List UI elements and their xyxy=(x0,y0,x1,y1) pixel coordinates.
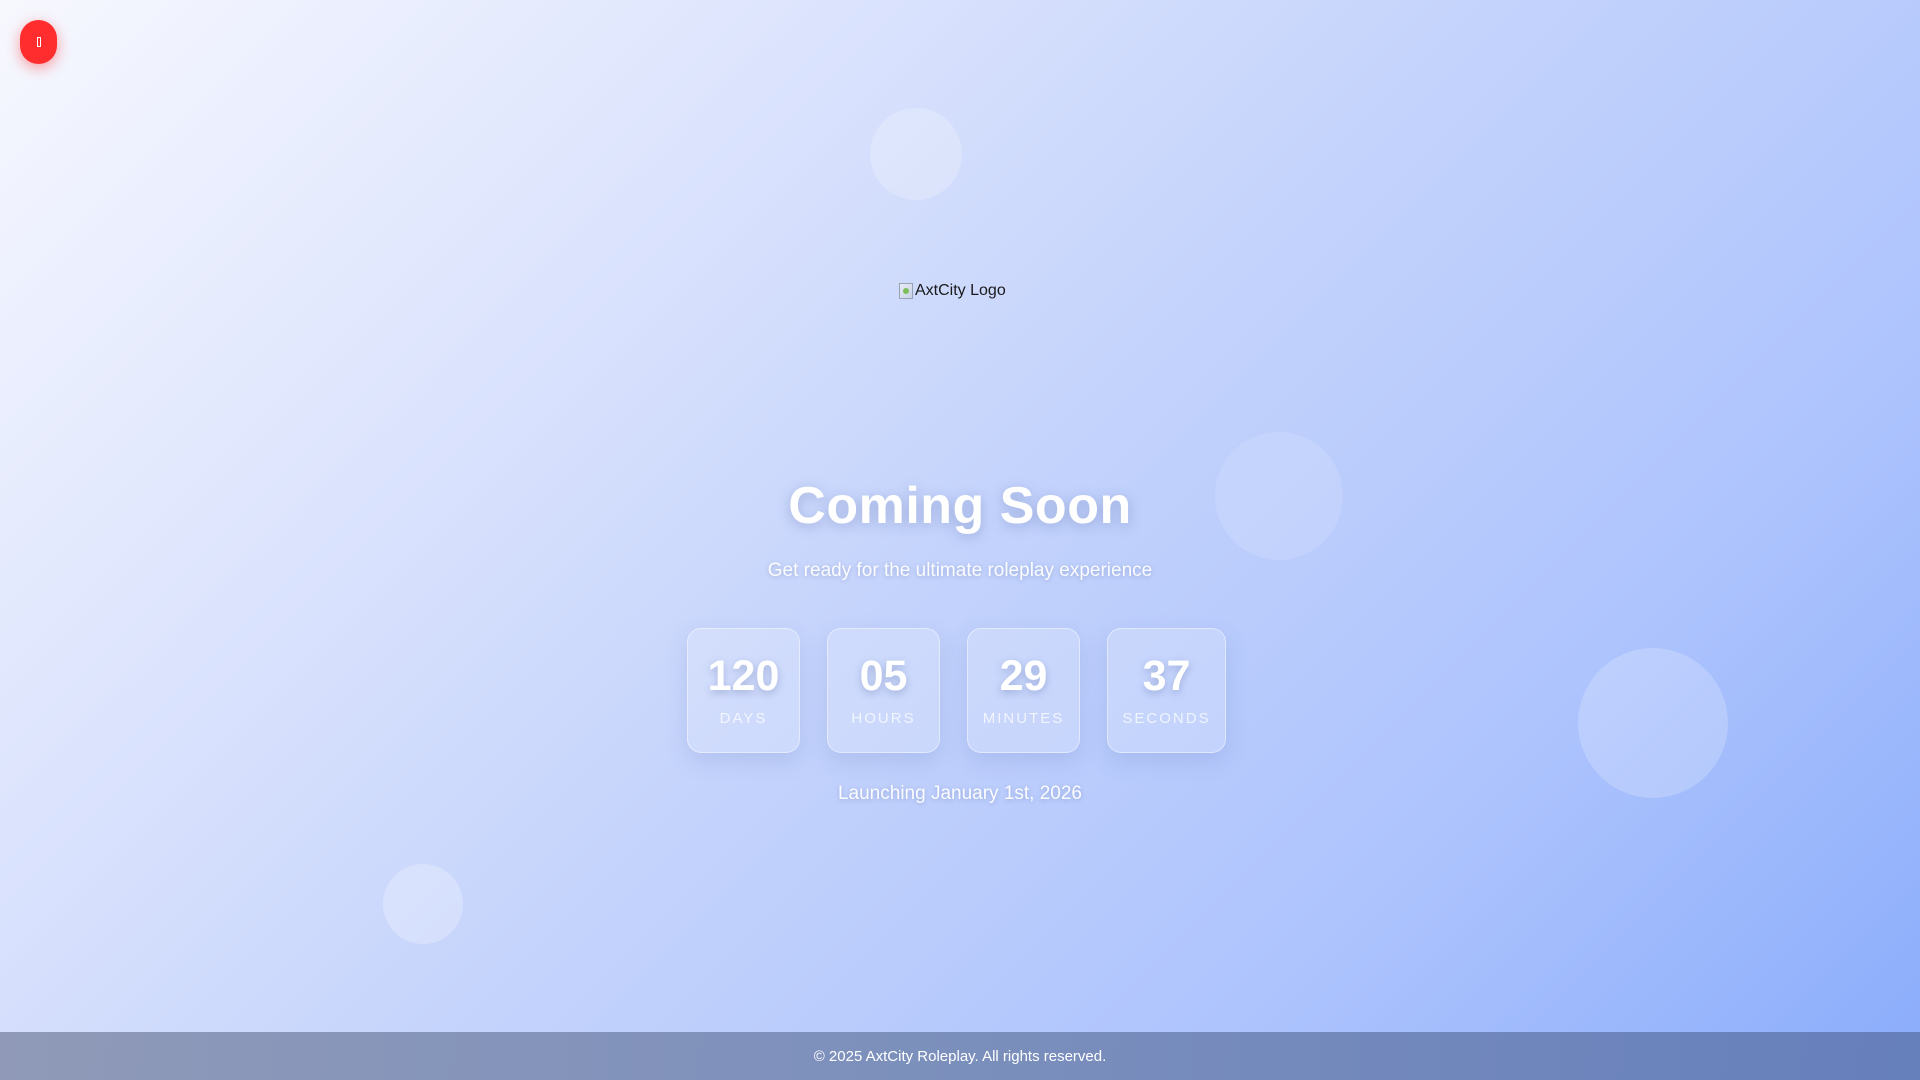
footer-copyright: © 2025 AxtCity Roleplay. All rights rese… xyxy=(813,1047,1107,1065)
countdown-minutes: 29 MINUTES xyxy=(967,628,1080,753)
logo-alt-text: AxtCity Logo xyxy=(915,282,1006,299)
countdown-minutes-value: 29 xyxy=(999,652,1048,700)
launch-date-text: Launching January 1st, 2026 xyxy=(837,783,1082,804)
countdown-days: 120 DAYS xyxy=(687,628,800,753)
countdown-hours-value: 05 xyxy=(859,652,908,700)
countdown-minutes-label: MINUTES xyxy=(982,710,1065,727)
decorative-bubble xyxy=(870,108,962,200)
countdown-days-label: DAYS xyxy=(719,710,768,727)
page-footer: © 2025 AxtCity Roleplay. All rights rese… xyxy=(0,1032,1920,1080)
countdown-seconds: 37 SECONDS xyxy=(1107,628,1226,753)
music-toggle-button[interactable] xyxy=(20,20,57,64)
countdown-seconds-value: 37 xyxy=(1142,652,1191,700)
countdown-hours-label: HOURS xyxy=(851,710,916,727)
page-title: Coming Soon xyxy=(788,477,1132,535)
decorative-bubble xyxy=(383,864,463,944)
music-icon xyxy=(36,37,41,47)
countdown-days-value: 120 xyxy=(707,652,780,700)
page-subtitle: Get ready for the ultimate roleplay expe… xyxy=(767,560,1153,581)
broken-image-icon xyxy=(899,283,913,299)
site-logo: AxtCity Logo xyxy=(899,282,1006,300)
countdown-seconds-label: SECONDS xyxy=(1122,710,1211,727)
countdown-timer: 120 DAYS 05 HOURS 29 MINUTES 37 SECONDS xyxy=(687,628,1226,753)
countdown-hours: 05 HOURS xyxy=(827,628,940,753)
decorative-bubble xyxy=(1578,648,1728,798)
